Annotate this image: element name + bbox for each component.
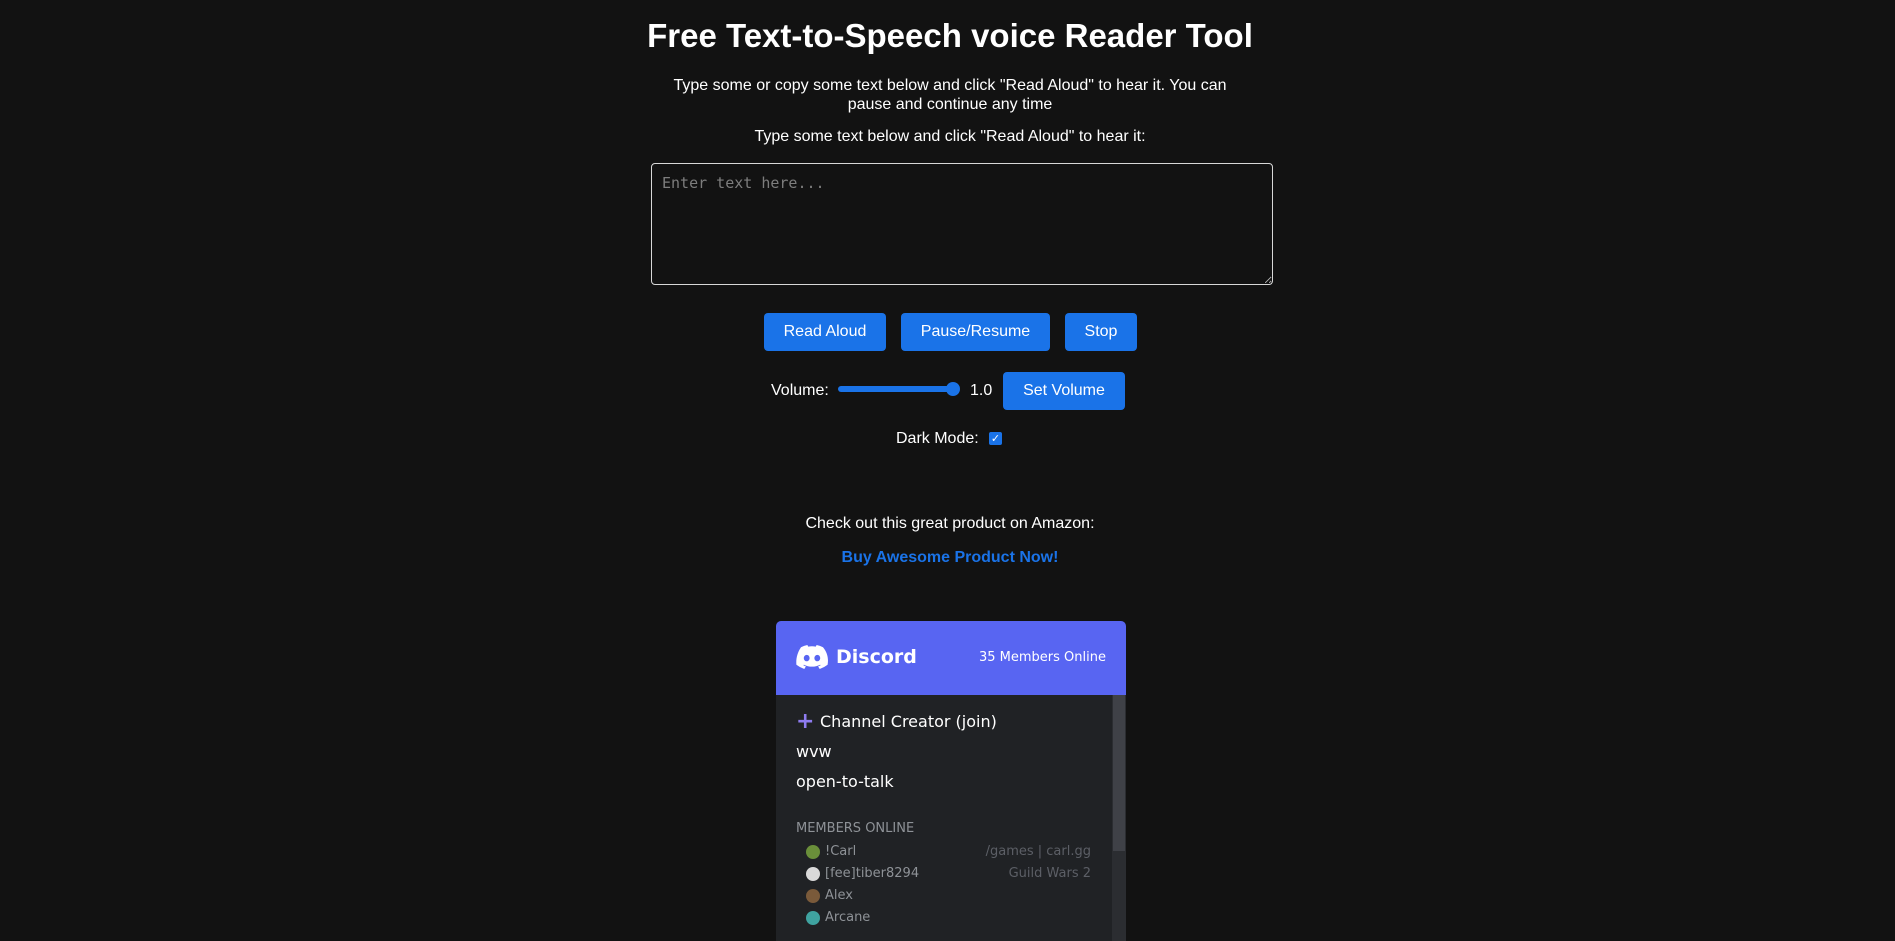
volume-value: 1.0: [970, 382, 993, 399]
discord-scrollbar-thumb[interactable]: [1113, 695, 1125, 851]
avatar: [806, 845, 820, 859]
discord-channel[interactable]: wvw: [796, 741, 832, 763]
member-row[interactable]: !Carl /games | carl.gg: [806, 842, 1091, 862]
pause-resume-button[interactable]: Pause/Resume: [901, 313, 1050, 351]
discord-channel-label: Channel Creator (join): [820, 712, 997, 731]
discord-widget: Discord 35 Members Online + Channel Creat…: [776, 621, 1126, 941]
discord-channel[interactable]: open-to-talk: [796, 771, 894, 793]
member-row[interactable]: [fee]tiber8294 Guild Wars 2: [806, 864, 1091, 884]
member-name: !Carl: [825, 844, 857, 859]
volume-slider-track: [838, 386, 958, 392]
discord-body: + Channel Creator (join) wvw open-to-talk…: [776, 695, 1126, 941]
member-status: /games | carl.gg: [985, 844, 1091, 859]
stop-button[interactable]: Stop: [1065, 313, 1137, 351]
member-row[interactable]: Arcane: [806, 908, 1091, 928]
promo-link[interactable]: Buy Awesome Product Now!: [0, 548, 1895, 567]
volume-slider-thumb[interactable]: [946, 382, 960, 396]
volume-slider[interactable]: [836, 382, 960, 396]
avatar: [806, 889, 820, 903]
discord-channel[interactable]: + Channel Creator (join): [796, 711, 997, 733]
discord-logo-icon[interactable]: [796, 645, 828, 669]
dark-mode-checkbox[interactable]: ✓: [989, 432, 1002, 445]
set-volume-button[interactable]: Set Volume: [1003, 372, 1125, 410]
discord-online-count: 35 Members Online: [979, 650, 1106, 665]
plus-icon: +: [796, 709, 815, 734]
members-heading: MEMBERS ONLINE: [796, 821, 915, 836]
discord-brand[interactable]: Discord: [836, 646, 917, 668]
member-row[interactable]: Alex: [806, 886, 1091, 906]
discord-scrollbar[interactable]: [1112, 695, 1126, 941]
discord-header: Discord 35 Members Online: [776, 621, 1126, 695]
text-input[interactable]: [651, 163, 1273, 285]
promo-text: Check out this great product on Amazon:: [805, 515, 1095, 532]
avatar: [806, 867, 820, 881]
member-name: Alex: [825, 888, 853, 903]
prompt-text: Type some text below and click "Read Alo…: [754, 128, 1146, 145]
intro-text: Type some or copy some text below and cl…: [673, 77, 1227, 113]
dark-mode-label: Dark Mode:: [896, 430, 979, 447]
page-title: Free Text-to-Speech voice Reader Tool: [647, 17, 1253, 54]
volume-label: Volume:: [771, 382, 829, 399]
avatar: [806, 911, 820, 925]
page: Free Text-to-Speech voice Reader Tool Ty…: [0, 0, 1895, 941]
read-aloud-button[interactable]: Read Aloud: [764, 313, 886, 351]
member-status: Guild Wars 2: [1008, 866, 1091, 881]
member-name: Arcane: [825, 910, 871, 925]
member-name: [fee]tiber8294: [825, 866, 920, 881]
